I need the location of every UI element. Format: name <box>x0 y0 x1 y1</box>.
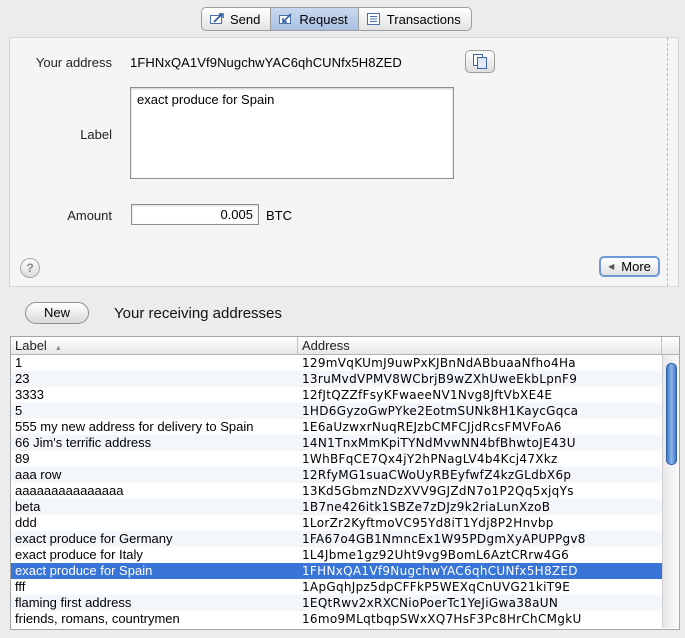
row-label-cell: flaming first address <box>15 595 132 610</box>
address-label: Your address <box>35 55 112 70</box>
row-label-cell: 23 <box>15 371 30 386</box>
label-field-label: Label <box>80 127 112 142</box>
row-label-cell: fff <box>15 579 26 594</box>
table-row[interactable]: 23 13ruMvdVPMV8WCbrjB9wZXhUweEkbLpnF9 <box>11 371 662 387</box>
row-label-cell: aaa row <box>15 467 62 482</box>
row-address-cell: 12RfyMG1suaCWoUyRBEyfwfZ4kzGLdbX6p <box>302 468 572 482</box>
label-textarea[interactable]: exact produce for Spain <box>130 87 454 179</box>
table-row[interactable]: exact produce for Spain 1FHNxQA1Vf9Nugchw… <box>11 563 662 579</box>
row-address-cell: 1ApGqhJpz5dpCFFkP5WEXqCnUVG21kiT9E <box>302 580 571 594</box>
tab-request[interactable]: Request <box>271 8 359 30</box>
address-value: 1FHNxQA1Vf9NugchwYAC6qhCUNfx5H8ZED <box>130 55 402 70</box>
chevron-left-icon: ◀ <box>608 262 615 271</box>
row-address-cell: 1L4Jbme1gz92Uht9vg9BomL6AztCRrw4G6 <box>302 548 570 562</box>
table-row[interactable]: flaming first address 1EQtRwv2xRXCNioPoer… <box>11 595 662 611</box>
row-label-cell: friends, romans, countrymen <box>15 611 180 626</box>
transactions-icon <box>366 13 381 25</box>
row-address-cell: 14N1TnxMmKpiTYNdMvwNN4bfBhwtoJE43U <box>302 436 576 450</box>
table-row[interactable]: 89 1WhBFqCE7Qx4jY2hPNagLV4b4Kcj47Xkz <box>11 451 662 467</box>
row-address-cell: 1B7ne426itk1SBZe7zDJz9k2riaLunXzoB <box>302 500 551 514</box>
amount-input[interactable]: 0.005 <box>131 204 259 225</box>
divider <box>667 38 668 286</box>
receiving-addresses-table: Label ▲ Address 1 129mVqKUmJ9uwPxKJBnNdABb… <box>10 336 680 630</box>
table-row[interactable]: aaaaaaaaaaaaaaa 13Kd5GbmzNDzXVV9GJZdN7o1P… <box>11 483 662 499</box>
table-body: 1 129mVqKUmJ9uwPxKJBnNdABbuaaNfho4Ha 23 13r… <box>11 355 662 627</box>
row-label-cell: 5 <box>15 403 23 418</box>
amount-unit: BTC <box>266 208 292 223</box>
amount-label: Amount <box>67 208 112 223</box>
table-row[interactable]: exact produce for Italy 1L4Jbme1gz92Uht9v… <box>11 547 662 563</box>
row-label-cell: exact produce for Spain <box>15 563 153 578</box>
row-address-cell: 1LorZr2KyftmoVC95Yd8iT1Ydj8P2Hnvbp <box>302 516 554 530</box>
row-address-cell: 13ruMvdVPMV8WCbrjB9wZXhUweEkbLpnF9 <box>302 372 578 386</box>
receiving-addresses-title: Your receiving addresses <box>114 305 282 322</box>
row-label-cell: ddd <box>15 515 37 530</box>
tab-transactions[interactable]: Transactions <box>359 8 471 30</box>
row-address-cell: 1EQtRwv2xRXCNioPoerTc1YeJiGwa38aUN <box>302 596 559 610</box>
request-form-panel: Your address 1FHNxQA1Vf9NugchwYAC6qhCUNf… <box>9 37 679 287</box>
row-label-cell: exact produce for Italy <box>15 547 143 562</box>
row-address-cell: 129mVqKUmJ9uwPxKJBnNdABbuaaNfho4Ha <box>302 356 576 370</box>
table-row[interactable]: aaa row 12RfyMG1suaCWoUyRBEyfwfZ4kzGLdbX6… <box>11 467 662 483</box>
row-label-cell: 89 <box>15 451 30 466</box>
more-button[interactable]: ◀ More <box>599 256 660 277</box>
table-row[interactable]: ddd 1LorZr2KyftmoVC95Yd8iT1Ydj8P2Hnvbp <box>11 515 662 531</box>
row-address-cell: 1E6aUzwxrNuqREJzbCMFCJjdRcsFMVFoA6 <box>302 420 562 434</box>
row-label-cell: 555 my new address for delivery to Spain <box>15 419 254 434</box>
table-row[interactable]: fff 1ApGqhJpz5dpCFFkP5WEXqCnUVG21kiT9E <box>11 579 662 595</box>
column-header-address[interactable]: Address <box>298 337 662 354</box>
row-address-cell: 1HD6GyzoGwPYke2EotmSUNk8H1KaycGqca <box>302 404 579 418</box>
request-icon <box>279 13 293 25</box>
row-label-cell: beta <box>15 499 41 514</box>
help-icon[interactable]: ? <box>20 258 40 278</box>
new-address-button[interactable]: New <box>25 302 89 324</box>
row-label-cell: exact produce for Germany <box>15 531 173 546</box>
row-address-cell: 1FHNxQA1Vf9NugchwYAC6qhCUNfx5H8ZED <box>302 564 578 578</box>
table-row[interactable]: 66 Jim's terrific address 14N1TnxMmKpiTYN… <box>11 435 662 451</box>
tab-transactions-label: Transactions <box>386 11 461 27</box>
more-button-label: More <box>621 259 651 274</box>
table-row[interactable]: 1 129mVqKUmJ9uwPxKJBnNdABbuaaNfho4Ha <box>11 355 662 371</box>
scrollbar-thumb[interactable] <box>666 363 677 465</box>
table-row[interactable]: beta 1B7ne426itk1SBZe7zDJz9k2riaLunXzoB <box>11 499 662 515</box>
table-row[interactable]: exact produce for Germany 1FA67o4GB1NmncE… <box>11 531 662 547</box>
column-header-label[interactable]: Label ▲ <box>11 337 298 354</box>
tab-bar: Send Request Transactions <box>201 7 472 31</box>
copy-address-button[interactable] <box>465 50 495 73</box>
tab-request-label: Request <box>299 11 348 27</box>
row-label-cell: aaaaaaaaaaaaaaa <box>15 483 124 498</box>
table-row[interactable]: friends, romans, countrymen 16mo9MLqtbqpS… <box>11 611 662 627</box>
table-row[interactable]: 5 1HD6GyzoGwPYke2EotmSUNk8H1KaycGqca <box>11 403 662 419</box>
row-label-cell: 66 Jim's terrific address <box>15 435 152 450</box>
row-address-cell: 1WhBFqCE7Qx4jY2hPNagLV4b4Kcj47Xkz <box>302 452 558 466</box>
vertical-scrollbar[interactable] <box>662 355 679 628</box>
tab-send[interactable]: Send <box>202 8 272 30</box>
table-row[interactable]: 3333 12fJtQZZfFsyKFwaeeNV1Nvg8JftVbXE4E <box>11 387 662 403</box>
row-address-cell: 12fJtQZZfFsyKFwaeeNV1Nvg8JftVbXE4E <box>302 388 553 402</box>
row-address-cell: 1FA67o4GB1NmncEx1W95PDgmXyAPUPPgv8 <box>302 532 586 546</box>
row-address-cell: 13Kd5GbmzNDzXVV9GJZdN7o1P2Qq5xjqYs <box>302 484 574 498</box>
row-label-cell: 3333 <box>15 387 44 402</box>
table-header: Label ▲ Address <box>11 337 662 355</box>
table-row[interactable]: 555 my new address for delivery to Spain… <box>11 419 662 435</box>
header-corner <box>662 337 679 355</box>
row-label-cell: 1 <box>15 355 23 370</box>
tab-send-label: Send <box>230 11 261 27</box>
row-address-cell: 16mo9MLqtbqpSWxXQ7HsF3Pc8HrChCMgkU <box>302 612 582 626</box>
send-icon <box>210 13 224 25</box>
sort-ascending-icon: ▲ <box>54 345 62 352</box>
